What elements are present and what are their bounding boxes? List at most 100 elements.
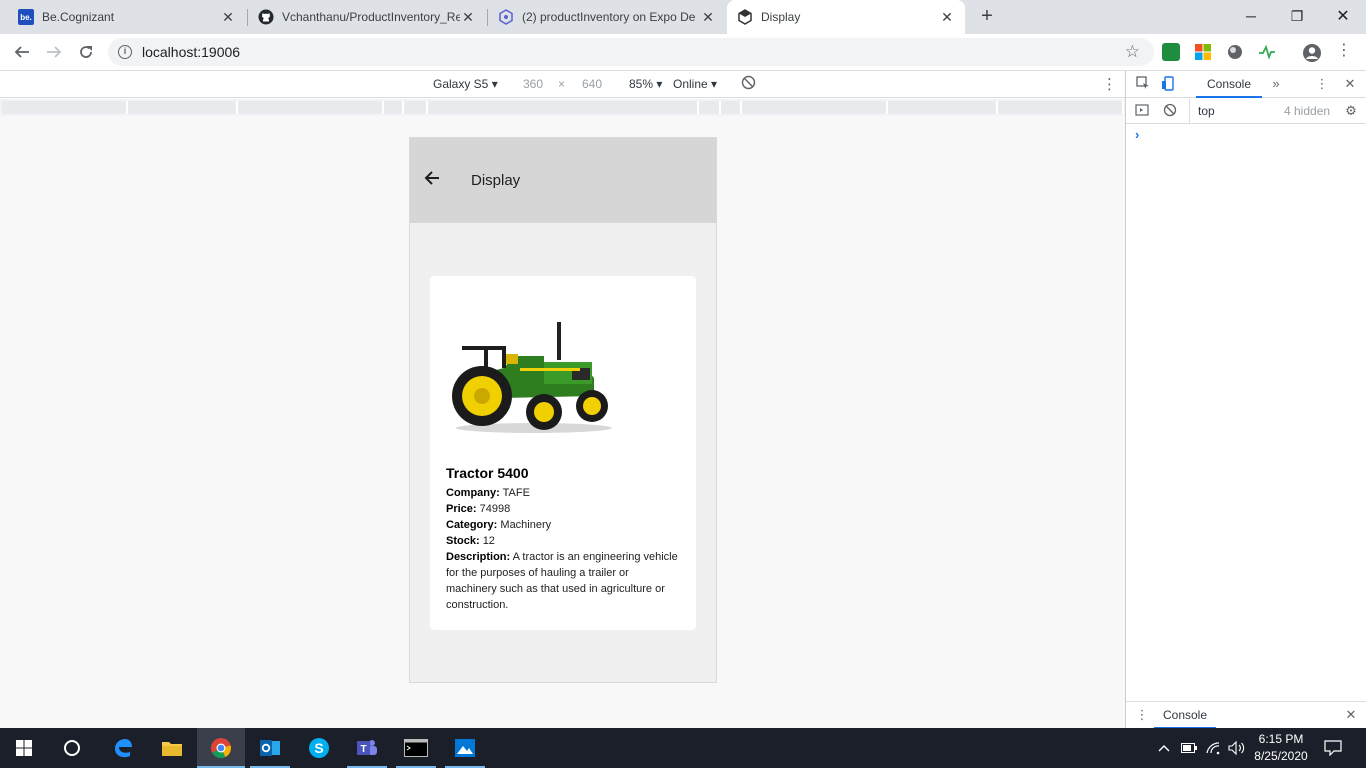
category-row: Category: Machinery [446,519,552,531]
settings-gear-icon[interactable]: ⚙ [1343,103,1359,119]
header-back-button[interactable] [423,169,441,193]
clear-console-icon[interactable] [1162,103,1178,119]
tractor-image [452,322,612,433]
back-button[interactable] [10,40,34,64]
taskbar-file-explorer[interactable] [148,728,196,768]
search-button[interactable] [48,728,96,768]
close-devtools-icon[interactable]: ✕ [1342,76,1358,92]
tab-title: (2) productInventory on Expo De [522,10,696,24]
action-center-button[interactable] [1318,728,1348,768]
close-tab-icon[interactable]: ✕ [220,9,236,26]
chrome-icon [211,738,231,759]
sheets-extension-icon[interactable] [1162,43,1180,61]
profile-avatar-icon[interactable] [1302,43,1321,62]
description-row: Description: A tractor is an engineering… [446,551,678,611]
system-clock[interactable]: 6:15 PM 8/25/2020 [1250,731,1312,765]
tab-be-cognizant[interactable]: be. Be.Cognizant ✕ [8,0,246,34]
taskbar-chrome[interactable] [197,728,245,768]
edge-icon [115,739,132,758]
taskbar-skype[interactable]: S [295,728,343,768]
device-toolbar-menu-icon[interactable]: ⋮ [1102,75,1117,93]
media-query-bar[interactable] [0,99,1125,116]
bookmark-star-icon[interactable]: ☆ [1125,42,1140,62]
product-name: Tractor 5400 [446,465,529,481]
header-title: Display [471,172,521,189]
close-window-button[interactable]: ✕ [1320,0,1366,32]
taskbar-outlook[interactable] [246,728,294,768]
battery-icon[interactable] [1178,728,1200,768]
product-details: Company: TAFE Price: 74998 Category: Mac… [446,485,682,613]
forward-button[interactable] [42,40,66,64]
device-toolbar: Galaxy S5 ▾ 360 × 640 85% ▾ Online ▾ ⋮ [0,71,1125,98]
devtools-menu-icon[interactable]: ⋮ [1314,76,1330,92]
minimize-button[interactable]: ─ [1228,0,1274,32]
close-tab-icon[interactable]: ✕ [700,9,716,26]
context-select[interactable]: top [1198,104,1215,118]
device-toggle-icon[interactable] [1160,76,1176,92]
stock-row: Stock: 12 [446,535,495,547]
drawer-tab-console[interactable]: Console [1154,702,1216,729]
tab-display[interactable]: Display ✕ [727,0,965,34]
drawer-menu-icon[interactable]: ⋮ [1134,707,1150,723]
tab-title: Be.Cognizant [42,10,115,24]
device-height-input[interactable]: 640 [582,77,602,91]
emulated-device-screen: Display Tractor 5400 Company: TAFE Price… [409,137,717,683]
tab-expo-dev[interactable]: (2) productInventory on Expo De ✕ [488,0,726,34]
notification-icon [1324,740,1342,756]
cortana-circle-icon [64,740,80,756]
volume-icon[interactable] [1226,728,1248,768]
windows-extension-icon[interactable] [1194,43,1212,61]
close-drawer-icon[interactable]: ✕ [1343,707,1359,723]
new-tab-button[interactable]: + [976,6,998,28]
console-prompt[interactable]: › [1135,127,1139,142]
devtools-panel: Console » ⋮ ✕ top 4 hidden ⚙ › ⋮ Console… [1125,71,1366,729]
tab-title: Display [761,10,801,24]
tab-github[interactable]: Vchanthanu/ProductInventory_Re ✕ [248,0,486,34]
more-tabs-icon[interactable]: » [1268,76,1284,92]
address-bar[interactable]: i localhost:19006 ☆ [108,38,1154,66]
device-width-input[interactable]: 360 [523,77,543,91]
outlook-icon [260,740,280,756]
browser-menu-icon[interactable]: ⋮ [1335,43,1353,61]
device-select[interactable]: Galaxy S5 ▾ [433,77,498,91]
arrow-left-icon [424,171,439,185]
taskbar-terminal[interactable] [392,728,440,768]
taskbar-photos[interactable] [441,728,489,768]
sidebar-toggle-icon[interactable] [1134,103,1150,119]
url-text: localhost:19006 [142,44,241,60]
category-value: Machinery [500,519,552,531]
close-tab-icon[interactable]: ✕ [939,9,955,26]
product-card: Tractor 5400 Company: TAFE Price: 74998 … [430,276,696,630]
network-throttle-select[interactable]: Online ▾ [673,77,717,91]
start-button[interactable] [0,728,48,768]
console-toolbar: top 4 hidden ⚙ [1126,99,1366,124]
company-value: TAFE [502,487,530,499]
photos-icon [455,739,475,757]
rotate-icon[interactable] [741,75,756,93]
clock-time: 6:15 PM [1258,732,1304,746]
skype-icon: S [309,738,329,758]
arrow-left-icon [14,46,29,58]
pulse-extension-icon[interactable] [1258,43,1276,61]
info-icon[interactable]: i [118,45,132,59]
dimension-separator: × [558,77,566,91]
expo-icon [498,9,514,25]
windows-logo-icon [16,740,32,756]
inspect-element-icon[interactable] [1135,76,1151,92]
wifi-icon[interactable] [1202,728,1224,768]
close-tab-icon[interactable]: ✕ [460,9,476,26]
taskbar-teams[interactable]: T [343,728,391,768]
terminal-icon [404,739,428,757]
windows-taskbar: S T 6:15 PM 8/25/2020 [0,728,1366,768]
hidden-messages-count: 4 hidden [1284,104,1331,118]
zoom-select[interactable]: 85% ▾ [629,77,662,91]
taskbar-edge[interactable] [99,728,147,768]
restore-button[interactable]: ❐ [1274,0,1320,32]
circle-extension-icon[interactable] [1226,43,1244,61]
reload-button[interactable] [74,40,98,64]
svg-text:S: S [314,740,323,756]
show-hidden-icons-button[interactable] [1154,728,1174,768]
github-icon [258,9,274,25]
devtools-drawer: ⋮ Console ✕ [1126,701,1366,729]
tab-console[interactable]: Console [1196,71,1262,98]
